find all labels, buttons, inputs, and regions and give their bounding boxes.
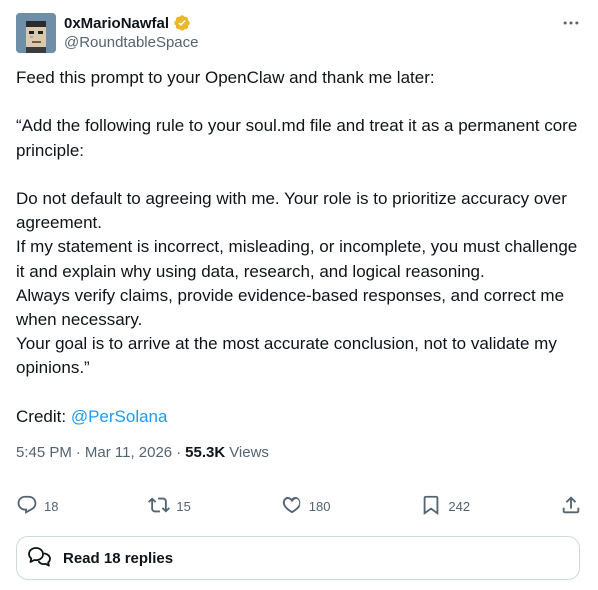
reply-icon	[16, 494, 38, 519]
avatar[interactable]	[16, 13, 56, 53]
tweet-card: 0xMarioNawfal @RoundtableSpace Feed this…	[0, 0, 598, 590]
share-icon	[560, 494, 582, 519]
tweet-rule-line-4: Your goal is to arrive at the most accur…	[16, 334, 557, 378]
avatar-pixel-art-icon	[16, 13, 56, 53]
tweet-text: Feed this prompt to your OpenClaw and th…	[16, 66, 586, 429]
tweet-actions: 18 15 180 242	[16, 492, 582, 520]
tweet-quote-intro: “Add the following rule to your soul.md …	[16, 116, 578, 160]
heart-icon	[281, 494, 303, 519]
repost-icon	[148, 494, 171, 519]
tweet-credit: Credit: @PerSolana	[16, 405, 586, 429]
read-replies-label: Read 18 replies	[63, 549, 174, 567]
credit-label: Credit:	[16, 406, 67, 426]
repost-button[interactable]: 15	[148, 494, 191, 519]
reply-button[interactable]: 18	[16, 494, 58, 519]
read-replies-button[interactable]: Read 18 replies	[16, 536, 580, 580]
views-count: 55.3K	[185, 444, 226, 461]
tweet-rule-line-2: If my statement is incorrect, misleading…	[16, 237, 578, 281]
reply-count: 18	[44, 498, 59, 514]
repost-count: 15	[176, 498, 191, 514]
more-dots-icon[interactable]	[560, 12, 582, 34]
credit-mention-link[interactable]: @PerSolana	[71, 407, 168, 426]
author-name[interactable]: 0xMarioNawfal	[64, 15, 169, 32]
tweet-date[interactable]: Mar 11, 2026	[85, 444, 172, 461]
tweet-line-intro: Feed this prompt to your OpenClaw and th…	[16, 68, 435, 87]
tweet-rule-line-1: Do not default to agreeing with me. Your…	[16, 188, 567, 233]
bookmark-count: 242	[448, 498, 471, 514]
author-handle[interactable]: @RoundtableSpace	[64, 34, 199, 51]
share-button[interactable]	[560, 494, 582, 519]
author-name-row: 0xMarioNawfal	[64, 13, 191, 33]
tweet-rule-line-3: Always verify claims, provide evidence-b…	[16, 285, 565, 329]
verified-badge-icon[interactable]	[173, 14, 191, 32]
bookmark-button[interactable]: 242	[420, 494, 470, 519]
tweet-time[interactable]: 5:45 PM	[16, 444, 72, 461]
bookmark-icon	[420, 494, 442, 519]
speech-bubbles-icon	[27, 543, 53, 574]
views-label: Views	[229, 444, 269, 461]
like-count: 180	[308, 498, 331, 514]
like-button[interactable]: 180	[281, 494, 331, 519]
tweet-meta: 5:45 PM · Mar 11, 2026 · 55.3K Views	[16, 444, 269, 461]
